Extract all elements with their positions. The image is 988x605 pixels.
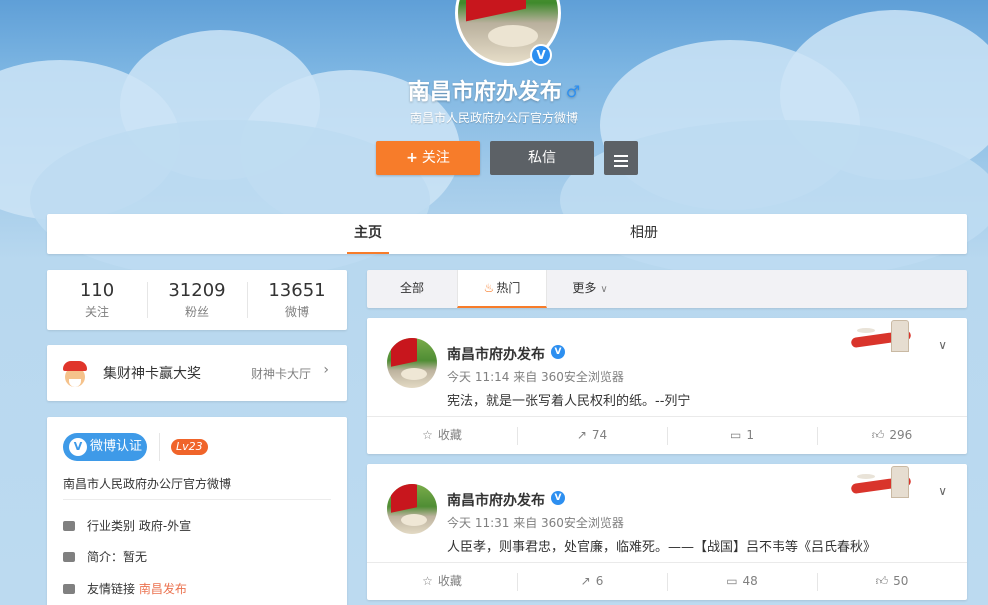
stats-card: 110 关注 31209 粉丝 13651 微博	[47, 270, 347, 330]
info-description: 南昌市人民政府办公厅官方微博	[63, 477, 232, 491]
post-meta: 今天 11:31 来自 360安全浏览器	[447, 516, 624, 530]
promo-link[interactable]: 财神卡大厅	[251, 365, 311, 382]
filter-more-label: 更多	[572, 281, 597, 295]
filter-hot[interactable]: ♨ 热门	[457, 270, 547, 308]
feed-post: 南昌市府办发布 V 今天 11:14 来自 360安全浏览器 宪法，就是一张写着…	[367, 318, 967, 454]
verify-label: 微博认证	[90, 439, 143, 454]
post-text: 人臣孝，则事君忠，处官廉，临难死。——【战国】吕不韦等《吕氏春秋》	[447, 540, 877, 555]
verify-badge[interactable]: V 微博认证	[63, 433, 147, 461]
comment-icon: ▭	[726, 574, 738, 588]
comment-count: 1	[746, 428, 754, 442]
favorite-label: 收藏	[437, 428, 462, 442]
stat-label: 关注	[84, 305, 109, 319]
message-button[interactable]: 私信	[490, 141, 594, 175]
comment-button[interactable]: ▭ 1	[667, 417, 817, 455]
like-count: 50	[893, 574, 909, 588]
tab-home[interactable]: 主页	[347, 214, 389, 254]
comment-button[interactable]: ▭ 48	[667, 563, 817, 601]
star-icon: ☆	[422, 428, 433, 442]
thumbs-up-icon: 👍︎	[875, 574, 889, 588]
post-options-chevron-icon[interactable]: ∨	[938, 484, 947, 498]
verified-v-icon: V	[551, 491, 565, 505]
favorite-button[interactable]: ☆ 收藏	[367, 563, 517, 601]
intro-row: 简介：暂无	[63, 548, 147, 565]
follow-button[interactable]: + 关注	[376, 141, 480, 175]
stat-value: 110	[79, 280, 115, 301]
info-card: V 微博认证 Lv23 南昌市人民政府办公厅官方微博 行业类别 政府-外宣 简介：…	[47, 417, 347, 605]
feed-post: 南昌市府办发布 V 今天 11:31 来自 360安全浏览器 人臣孝，则事君忠，…	[367, 464, 967, 600]
post-avatar[interactable]	[387, 338, 437, 388]
promo-title: 集财神卡赢大奖	[103, 366, 201, 382]
stat-value: 31209	[168, 280, 226, 301]
tab-album[interactable]: 相册	[623, 214, 665, 254]
industry-row: 行业类别 政府-外宣	[63, 517, 191, 534]
post-actions: ☆ 收藏 ↗ 74 ▭ 1 👍︎ 296	[367, 416, 967, 454]
hamburger-icon	[604, 141, 638, 167]
comment-icon: ▭	[730, 428, 742, 442]
intro-value: 暂无	[123, 550, 148, 564]
more-menu-button[interactable]	[604, 141, 638, 175]
chevron-down-icon: ∨	[600, 284, 608, 295]
post-text: 宪法，就是一张写着人民权利的纸。--列宁	[447, 394, 691, 409]
filter-hot-label: 热门	[496, 281, 521, 295]
post-actions: ☆ 收藏 ↗ 6 ▭ 48 👍︎ 50	[367, 562, 967, 600]
favorite-button[interactable]: ☆ 收藏	[367, 417, 517, 455]
promo-card[interactable]: 集财神卡赢大奖 财神卡大厅 ›	[47, 345, 347, 401]
follow-label: 关注	[421, 150, 450, 166]
repost-count: 6	[595, 574, 604, 588]
links-row: 友情链接 南昌发布	[63, 580, 187, 597]
like-button[interactable]: 👍︎ 50	[817, 563, 967, 601]
profile-subtitle: 南昌市人民政府办公厅官方微博	[409, 111, 578, 125]
verified-v-icon: V	[530, 44, 552, 66]
repost-button[interactable]: ↗ 6	[517, 563, 667, 601]
briefcase-icon	[63, 521, 75, 531]
share-icon: ↗	[580, 574, 591, 588]
flame-icon: ♨	[483, 281, 495, 295]
male-icon: ♂	[565, 82, 581, 101]
repost-count: 74	[591, 428, 608, 442]
star-icon: ☆	[422, 574, 433, 588]
tiananmen-decoration-icon	[850, 466, 921, 502]
favorite-label: 收藏	[437, 574, 462, 588]
plus-icon: +	[406, 150, 418, 166]
verified-v-icon: V	[551, 345, 565, 359]
profile-name: 南昌市府办发布 ♂	[0, 74, 988, 106]
friend-link[interactable]: 南昌发布	[139, 582, 187, 596]
post-avatar[interactable]	[387, 484, 437, 534]
feed-filter-bar: 全部 ♨ 热门 更多 ∨	[367, 270, 967, 308]
profile-name-text: 南昌市府办发布	[407, 80, 562, 105]
post-meta: 今天 11:14 来自 360安全浏览器	[447, 370, 624, 384]
industry-label: 行业类别	[87, 519, 136, 533]
tag-icon	[63, 584, 75, 594]
industry-value: 政府-外宣	[138, 519, 192, 533]
fortune-god-icon	[61, 359, 89, 387]
stat-followers[interactable]: 31209 粉丝	[147, 280, 247, 320]
stat-label: 粉丝	[184, 305, 209, 319]
stat-value: 13651	[268, 280, 326, 301]
stat-label: 微博	[284, 305, 309, 319]
tiananmen-decoration-icon	[850, 320, 921, 356]
post-options-chevron-icon[interactable]: ∨	[938, 338, 947, 352]
stat-posts[interactable]: 13651 微博	[247, 280, 347, 320]
post-author[interactable]: 南昌市府办发布	[447, 344, 545, 364]
divider	[63, 499, 331, 500]
stat-following[interactable]: 110 关注	[47, 280, 147, 320]
filter-more[interactable]: 更多 ∨	[547, 270, 633, 308]
chevron-right-icon: ›	[323, 362, 329, 378]
share-icon: ↗	[576, 428, 587, 442]
post-author[interactable]: 南昌市府办发布	[447, 490, 545, 510]
divider	[159, 433, 160, 461]
profile-tabbar: 主页 相册	[47, 214, 967, 254]
like-button[interactable]: 👍︎ 296	[817, 417, 967, 455]
like-count: 296	[889, 428, 913, 442]
repost-button[interactable]: ↗ 74	[517, 417, 667, 455]
intro-label: 简介：	[87, 550, 124, 564]
comment-count: 48	[742, 574, 758, 588]
level-badge[interactable]: Lv23	[171, 439, 208, 455]
links-label: 友情链接	[87, 582, 136, 596]
verified-v-icon: V	[69, 438, 87, 456]
thumbs-up-icon: 👍︎	[871, 428, 885, 442]
pencil-icon	[63, 552, 75, 562]
filter-all[interactable]: 全部	[367, 270, 457, 308]
